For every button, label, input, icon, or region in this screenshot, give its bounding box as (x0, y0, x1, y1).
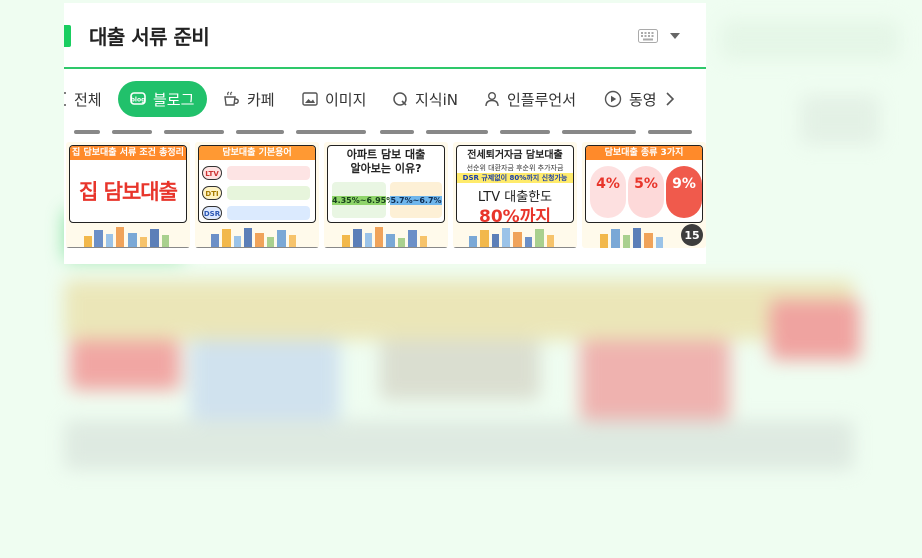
thumbnail-card: 담보대출 기본용어 LTV DTI DSR (198, 145, 316, 223)
tab-label: 이미지 (325, 90, 367, 109)
tag-dti: DTI (202, 186, 222, 200)
image-icon (302, 92, 318, 106)
thumbnail-card: 담보대출 종류 3가지 4% 5% 9% (585, 145, 703, 223)
rate-circle: 9% (666, 166, 702, 218)
kin-icon (393, 92, 407, 106)
video-icon (604, 90, 622, 108)
tag-dsr: DSR (202, 206, 222, 220)
rate-circle: 5% (628, 166, 664, 218)
thumbnail-title: 80%까지 (479, 207, 551, 223)
thumbnail-header: 전세퇴거자금 담보대출 (467, 150, 563, 161)
tab-all[interactable]: 전체 (64, 81, 102, 117)
thumbnail-card: 아파트 담보 대출 알아보는 이유? 4.35%~6.95% 5.7%~6.7% (327, 145, 445, 223)
blog-icon: blog (130, 92, 146, 105)
tab-label: 동영 (629, 90, 657, 109)
all-icon (64, 92, 66, 106)
tab-image[interactable]: 이미지 (302, 81, 366, 117)
tab-cafe[interactable]: 카페 (222, 81, 275, 117)
thumbnail-card: 전세퇴거자금 담보대출 선순위 대환자금 후순위 추가자금 DSR 규제없이 8… (456, 145, 574, 223)
tab-label: 블로그 (153, 90, 195, 109)
rate-right: 5.7%~6.7% (390, 196, 442, 205)
search-panel: 대출 서류 준비 전체 blog 블로그 카페 이미지 지식iN 인플루언서 동… (64, 3, 706, 264)
thumbnail-item[interactable]: 아파트 담보 대출 알아보는 이유? 4.35%~6.95% 5.7%~6.7% (324, 142, 448, 248)
row-text (227, 166, 310, 180)
rate-box: 5.7%~6.7% (390, 182, 442, 218)
thumbnail-item[interactable]: 집 담보대출 서류 조건 총정리 집 담보대출 (66, 142, 190, 248)
row-text (227, 206, 310, 220)
city-illustration (453, 228, 577, 248)
city-illustration (195, 228, 319, 248)
tab-influencer[interactable]: 인플루언서 (484, 81, 576, 117)
tab-label: 전체 (74, 90, 102, 109)
search-accent-bar (64, 25, 71, 47)
thumbnail-header: 담보대출 기본용어 (199, 146, 315, 160)
city-illustration (66, 227, 190, 248)
influencer-icon (485, 92, 499, 107)
thumbnail-header: 담보대출 종류 3가지 (586, 146, 702, 160)
tab-label: 카페 (247, 90, 275, 109)
svg-text:blog: blog (131, 97, 146, 104)
city-illustration (324, 227, 448, 248)
rate-box: 4.35%~6.95% (332, 182, 395, 218)
tab-kin[interactable]: 지식iN (392, 81, 458, 117)
search-tabs: 전체 blog 블로그 카페 이미지 지식iN 인플루언서 동영 (64, 81, 706, 121)
thumbnail-title: 집 담보대출 (79, 180, 178, 204)
chevron-down-icon[interactable] (670, 33, 680, 40)
search-bar: 대출 서류 준비 (64, 3, 706, 69)
row-text (227, 186, 310, 200)
tab-blog[interactable]: blog 블로그 (118, 81, 208, 117)
rate-left: 4.35%~6.95% (332, 196, 395, 205)
thumbnail-card: 집 담보대출 서류 조건 총정리 집 담보대출 (69, 145, 187, 223)
tag-ltv: LTV (202, 166, 222, 180)
thumbnail-item[interactable]: 전세퇴거자금 담보대출 선순위 대환자금 후순위 추가자금 DSR 규제없이 8… (453, 142, 577, 248)
rate-value: 9% (672, 176, 696, 192)
thumbnail-line: DSR 규제없이 80%까지 신청가능 (457, 173, 573, 183)
rate-value: 5% (634, 176, 658, 192)
tab-video[interactable]: 동영 (604, 81, 657, 117)
tab-label: 지식iN (415, 90, 458, 109)
thumbnail-line: 선순위 대환자금 후순위 추가자금 (466, 164, 564, 172)
tab-label: 인플루언서 (507, 90, 577, 109)
rate-circle: 4% (590, 166, 626, 218)
image-thumbnails: 집 담보대출 서류 조건 총정리 집 담보대출 담보대출 기본용어 LTV DT… (66, 142, 706, 252)
keyboard-icon[interactable] (638, 29, 658, 43)
cafe-icon (224, 91, 239, 106)
chevron-right-icon[interactable] (665, 92, 675, 106)
rate-value: 4% (596, 176, 620, 192)
cut-off-text-row (64, 125, 706, 141)
thumbnail-item[interactable]: 담보대출 기본용어 LTV DTI DSR (195, 142, 319, 248)
thumbnail-header: 집 담보대출 서류 조건 총정리 (70, 146, 186, 160)
thumbnail-subtitle: 알아보는 이유? (350, 162, 422, 175)
search-input[interactable]: 대출 서류 준비 (89, 21, 210, 50)
more-images-badge[interactable]: 15 (681, 224, 703, 246)
